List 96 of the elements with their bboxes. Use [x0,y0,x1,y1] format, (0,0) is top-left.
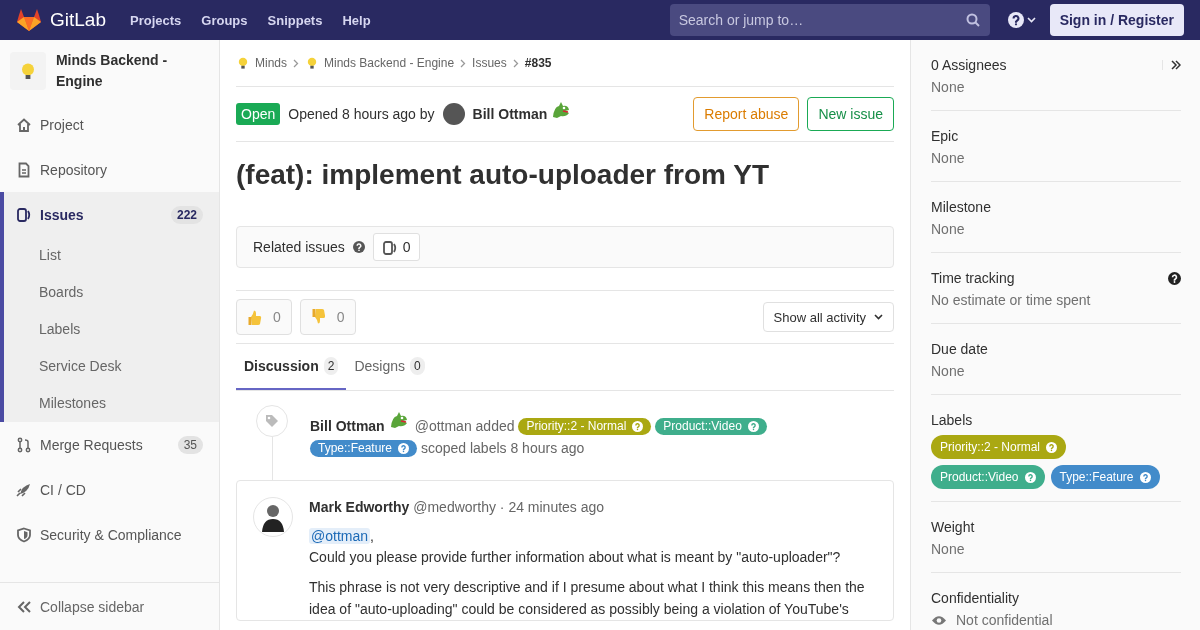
sidebar-item[interactable]: Project [0,102,219,147]
note-text: scoped labels 8 hours ago [420,440,585,456]
search-icon[interactable] [965,13,980,27]
new-issue-button[interactable]: New issue [807,97,894,131]
caret-icon[interactable] [1026,17,1036,23]
breadcrumb-link[interactable]: Minds Backend - Engine [305,56,455,70]
double-chevron-icon [16,599,32,614]
sidebar-item[interactable]: Security & Compliance [0,512,219,557]
sidebar-value: None [931,540,966,559]
sidebar-subitem[interactable]: Service Desk [4,348,219,385]
author-link[interactable]: Bill Ottman [472,106,548,122]
related-issues-label: Related issues [253,239,345,255]
merge-request-icon [16,436,32,453]
issues-icon [381,239,397,255]
breadcrumb-link[interactable]: Issues [472,56,507,70]
count-badge: 2 [323,357,339,375]
author-link[interactable]: Bill Ottman [310,418,385,434]
sidebar-subitem[interactable]: List [4,237,219,274]
mention-link[interactable]: @ottman [309,528,370,544]
author-link[interactable]: Mark Edworthy [309,499,410,515]
help-icon[interactable] [352,241,365,253]
label-tag[interactable]: Type::Feature [1050,465,1160,489]
comment-text: Could you please provide further information about what is meant by "auto-uploader"? [309,548,842,567]
avatar[interactable] [253,497,293,537]
username: @medworthy [413,499,496,515]
sidebar-value: No estimate or time spent [931,291,1092,310]
count-badge: 35 [177,435,203,454]
dragon-icon [551,101,572,119]
help-icon[interactable] [1168,271,1181,285]
label-tag[interactable]: Type::Feature [310,440,418,457]
thumbs-down-icon [310,308,327,326]
shield-icon [16,526,32,543]
sidebar-subitem[interactable]: Boards [4,274,219,311]
timestamp: · 24 minutes ago [499,499,605,515]
sidebar-heading: Due date [931,340,988,359]
lightbulb-icon [236,56,250,70]
chevron-icon [460,58,467,68]
project-name[interactable]: Minds Backend - Engine [55,50,209,92]
expand-icon[interactable] [1171,60,1181,70]
count-badge: 0 [410,357,425,375]
thumbs-up-button[interactable]: 0 [236,299,292,335]
sidebar-item[interactable]: Repository [0,147,219,192]
sidebar-subitem[interactable]: Labels [4,311,219,348]
tag-icon [264,413,280,429]
sidebar-subitem[interactable]: Milestones [4,385,219,422]
sidebar-heading: Weight [931,518,975,537]
nav-link[interactable]: Groups [201,12,248,28]
thumbs-down-button[interactable]: 0 [299,299,356,335]
issue-title: (feat): implement auto-uploader from YT [236,158,771,192]
help-icon[interactable] [1007,12,1024,28]
sidebar-heading: Milestone [931,198,991,217]
rocket-icon [16,481,32,498]
related-count-badge[interactable]: 0 [372,233,420,261]
sign-in-button[interactable]: Sign in / Register [1049,4,1184,36]
sidebar-value: None [931,149,966,168]
sidebar-heading: 0 Assignees [931,56,1007,75]
sidebar-value: Not confidential [956,611,1053,630]
sidebar-heading: Epic [931,127,959,146]
nav-link[interactable]: Projects [130,12,182,28]
caret-icon [874,314,883,320]
tab[interactable]: Discussion 2 [236,344,347,390]
chevron-icon [293,58,299,68]
brand-name[interactable]: GitLab [50,9,106,31]
chevron-icon [512,58,519,68]
comment-text: , [370,528,374,544]
breadcrumb-link[interactable]: Minds [236,56,287,70]
sidebar-value: None [931,220,966,239]
sidebar-item[interactable]: Merge Requests 35 [0,422,219,467]
sidebar-value: None [931,78,966,97]
tab[interactable]: Designs 0 [346,344,433,390]
nav-link[interactable]: Snippets [267,12,323,28]
sidebar-item[interactable]: CI / CD [0,467,219,512]
note-text: @ottman added [414,418,515,434]
sidebar-heading: Labels [931,411,973,430]
lightbulb-icon [305,56,319,70]
eye-icon [931,614,947,626]
nav-link[interactable]: Help [342,12,371,28]
activity-filter-dropdown[interactable]: Show all activity [762,302,894,332]
thumbs-up-icon [247,308,263,326]
house-icon [16,116,32,133]
sidebar-item[interactable]: Issues 222 [4,192,219,237]
sidebar-value: None [931,362,966,381]
count-badge: 222 [170,205,203,224]
person-silhouette-icon [261,502,285,532]
avatar[interactable] [442,103,465,125]
search-field[interactable]: Search or jump to… [669,4,990,36]
comment-text: This phrase is not very descriptive and if I presume about what I think this means then the idea of "auto-uploading" could be considered as possibly being a violation of YouTube's [309,578,866,619]
sidebar-heading: Confidentiality [931,589,1019,608]
fox-logo-icon[interactable] [16,8,42,32]
breadcrumb-link[interactable]: #835 [524,56,552,70]
sidebar-heading: Time tracking [931,269,1015,288]
issues-icon [16,206,32,223]
dragon-icon [388,411,409,429]
issue-meta: Opened 8 hours ago by [288,106,435,122]
document-icon [16,161,32,178]
status-badge: Open [236,103,281,125]
